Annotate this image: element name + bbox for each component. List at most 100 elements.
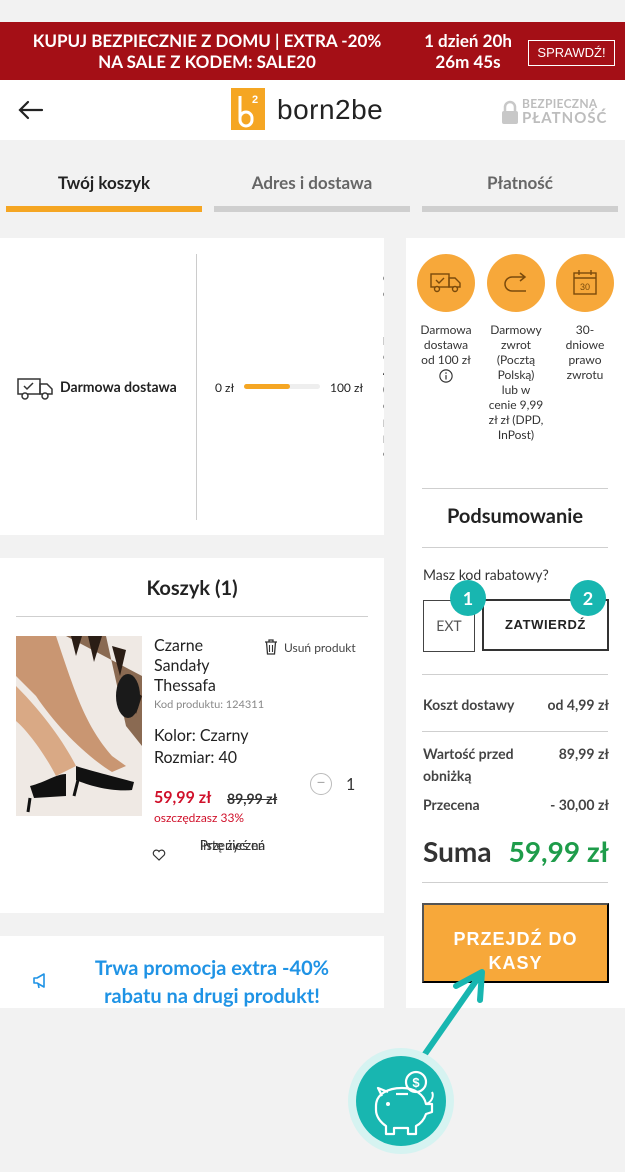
annotation-badge-2: 2 xyxy=(570,580,606,616)
shipping-side-line: przy xyxy=(383,430,384,446)
shipping-cost-label: Koszt dostawy xyxy=(423,696,515,713)
promo-check-button[interactable]: SPRAWDŹ! xyxy=(528,40,615,66)
cart-title: Koszyk (1) xyxy=(146,576,238,600)
divider xyxy=(422,547,608,548)
benefit-text: dostawa xyxy=(423,337,469,352)
shipping-side-line: Pols xyxy=(383,318,384,334)
checkout-label-line1: PRZEJDŹ DO xyxy=(453,929,578,949)
product-old-price: 89,99 zł xyxy=(227,790,278,807)
step-address[interactable]: Adres i dostawa xyxy=(214,172,410,196)
free-shipping-panel: Darmowa dostawa 0 zł 100 zł DodarmdostPo… xyxy=(0,238,384,535)
benefit-text: lub w xyxy=(501,382,531,397)
benefit-text: 30- xyxy=(575,322,595,337)
divider xyxy=(422,882,608,883)
shipping-progress-bar xyxy=(244,384,320,389)
truck-icon xyxy=(16,374,54,402)
promotion-banner: Trwa promocja extra -40% rabatu na drugi… xyxy=(0,936,384,1008)
lock-icon xyxy=(500,100,520,126)
promotion-text[interactable]: Trwa promocja extra -40% rabatu na drugi… xyxy=(70,954,354,1010)
free-shipping-label: Darmowa dostawa xyxy=(60,378,177,395)
shipping-side-line: brak xyxy=(383,334,384,350)
shipping-progress-fill xyxy=(244,384,290,389)
discount-value: - 30,00 zł xyxy=(550,796,609,813)
promotion-text-line1: Trwa promocja extra -40% xyxy=(94,956,330,980)
benefit-text: zwrot xyxy=(501,337,531,352)
cart-panel: Koszyk (1) Czarne Sandały Thessafa Kod p… xyxy=(0,558,384,913)
divider xyxy=(422,674,608,675)
shipping-side-line: Do xyxy=(383,254,384,270)
shipping-min-label: 0 zł xyxy=(215,380,235,395)
annotation-badge-1: 1 xyxy=(450,580,486,616)
shipping-side-line: Ci xyxy=(383,350,384,366)
trash-icon xyxy=(265,639,277,655)
value-before-discount-label-line2: obniżką xyxy=(423,767,472,784)
truck-check-icon xyxy=(417,254,475,312)
summary-panel: Darmowa dostawa od 100 zł Darmowy zwrot … xyxy=(406,238,625,1008)
product-size: Rozmiar: 40 xyxy=(154,748,238,767)
benefit-text: (Pocztą xyxy=(496,352,536,367)
wishlist-label-line2: listę życzeń xyxy=(200,837,266,853)
quantity-value: 1 xyxy=(346,775,356,794)
shipping-side-line: Pocz xyxy=(383,302,384,318)
secure-line2: PŁATNOŚĆ xyxy=(522,109,608,127)
shipping-side-text: DodarmdostPoczPolsbrakCi40,0(Niedotypłat… xyxy=(383,254,384,462)
shipping-max-label: 100 zł xyxy=(330,380,364,395)
top-spacer xyxy=(0,0,625,22)
heart-icon xyxy=(152,849,166,861)
summary-title: Podsumowanie xyxy=(447,504,583,528)
benefit-text: od 100 zł xyxy=(421,352,471,367)
shipping-side-line: płat xyxy=(383,414,384,430)
promo-text: KUPUJ BEZPIECZNIE Z DOMU | EXTRA -20% NA… xyxy=(12,30,402,72)
step-cart[interactable]: Twój koszyk xyxy=(6,172,202,196)
back-arrow-icon[interactable] xyxy=(16,98,46,122)
value-before-discount-label: Wartość przed obniżką xyxy=(423,743,514,787)
quantity-decrease-button[interactable]: − xyxy=(310,773,332,795)
proceed-to-checkout-button[interactable]: PRZEJDŹ DO KASY xyxy=(422,903,609,983)
born2be-logo[interactable]: 2 born2be xyxy=(231,88,401,130)
benefit-text: cenie 9,99 xyxy=(488,397,544,412)
benefit-text: Darmowy xyxy=(490,322,542,337)
calendar-30-icon: 30 xyxy=(556,254,614,312)
remove-product-label: Usuń produkt xyxy=(284,640,356,655)
shipping-cost-row: Koszt dostawy od 4,99 zł xyxy=(423,696,609,716)
benefit-free-delivery: Darmowa dostawa od 100 zł xyxy=(413,254,479,383)
benefit-text: dniowe xyxy=(565,337,605,352)
product-price: 59,99 zł xyxy=(154,788,212,807)
svg-text:$: $ xyxy=(412,1075,420,1090)
piggy-bank-icon: $ xyxy=(348,1048,454,1154)
shipping-side-line: dost xyxy=(383,286,384,302)
step-address-indicator xyxy=(214,206,410,212)
promotion-text-line2: rabatu na drugi produkt! xyxy=(104,984,320,1008)
divider xyxy=(422,731,608,732)
divider xyxy=(422,488,608,489)
benefit-text: Polską) xyxy=(497,367,535,382)
checkout-steps: Twój koszyk Adres i dostawa Płatność xyxy=(0,140,625,238)
checkout-label-line2: KASY xyxy=(488,953,543,973)
total-label: Suma xyxy=(423,834,492,868)
megaphone-icon xyxy=(32,970,52,990)
discount-label: Przecena xyxy=(423,796,480,813)
countdown-line1: 1 dzień 20h xyxy=(424,30,512,51)
product-image[interactable] xyxy=(16,636,142,816)
shipping-side-line: darm xyxy=(383,270,384,286)
shipping-side-line: doty xyxy=(383,398,384,414)
step-payment-indicator xyxy=(422,206,618,212)
value-before-discount-row: Wartość przed obniżką 89,99 zł xyxy=(423,743,609,787)
logo-mark-icon: 2 xyxy=(231,88,265,130)
total-value: 59,99 zł xyxy=(508,834,609,868)
product-name-line: Czarne xyxy=(154,636,204,655)
return-arrow-icon xyxy=(487,254,545,312)
value-before-discount-label-line1: Wartość przed xyxy=(423,745,514,762)
shipping-side-line: odbi xyxy=(383,446,384,462)
shipping-divider xyxy=(196,254,197,520)
benefit-30-day-return: 30 30- dniowe prawo zwrotu xyxy=(552,254,618,382)
step-payment[interactable]: Płatność xyxy=(422,172,618,196)
discount-code-label: Masz kod rabatowy? xyxy=(423,566,549,583)
product-name[interactable]: Czarne Sandały Thessafa xyxy=(154,636,259,696)
promo-countdown: 1 dzień 20h 26m 45s xyxy=(418,30,518,72)
benefit-text: Darmowa xyxy=(420,322,472,337)
secure-payment-badge: BEZPIECZNA PŁATNOŚĆ xyxy=(498,96,610,128)
promo-banner: KUPUJ BEZPIECZNIE Z DOMU | EXTRA -20% NA… xyxy=(0,22,625,80)
product-savings: oszczędzasz 33% xyxy=(154,810,245,825)
info-icon[interactable] xyxy=(439,369,453,383)
